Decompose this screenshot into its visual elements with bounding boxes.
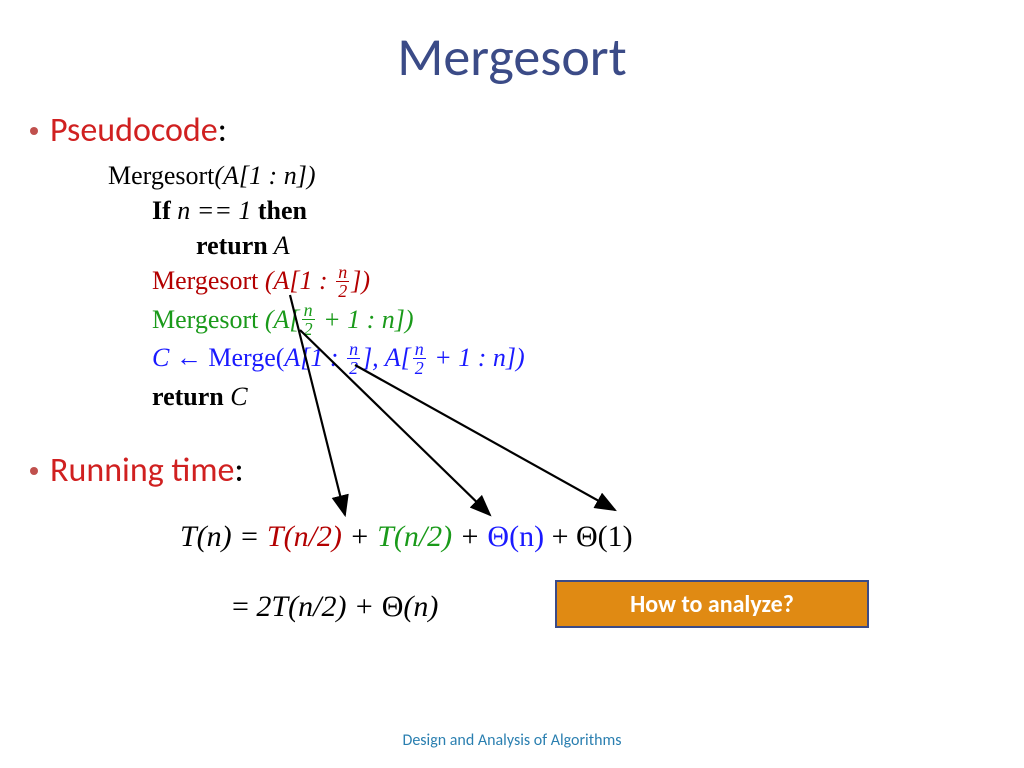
slide: Mergesort Pseudocode: Mergesort(A[1 : n]… [0, 0, 1024, 768]
recurrence-line-2: = 2T(n/2) + Θ(n) [232, 590, 438, 624]
pseudo-call-2: Mergesort (A[n2 + 1 : n]) [108, 302, 525, 341]
return-kw-1: return [196, 231, 268, 260]
pseudocode-block: Mergesort(A[1 : n]) If n == 1 then retur… [108, 158, 525, 414]
merge-arg1a: A[1 : [284, 343, 345, 372]
bullet-pseudocode-text: Pseudocode: [50, 110, 227, 151]
if-cond: n == 1 [171, 196, 258, 225]
bullet-running-time: Running time: [30, 450, 244, 491]
if-kw: If [152, 196, 171, 225]
pseudo-return-c: return C [108, 379, 525, 414]
theta-1: + Θ(1) [544, 520, 633, 553]
then-kw: then [258, 196, 307, 225]
return-a-val: A [268, 231, 290, 260]
merge-arg2b: + 1 : n]) [428, 343, 525, 372]
slide-title: Mergesort [0, 24, 1024, 90]
tn-term1: T(n/2) [267, 520, 342, 553]
plus-2: + [452, 520, 487, 553]
pseudo-call-1: Mergesort (A[1 : n2]) [108, 263, 525, 302]
call2-open: (A[ [265, 305, 300, 334]
frac-n2-2: n2 [302, 301, 315, 338]
pseudo-merge-line: C ← Merge(A[1 : n2], A[n2 + 1 : n]) [108, 340, 525, 379]
merge-fn: Merge( [208, 343, 284, 372]
slide-footer: Design and Analysis of Algorithms [0, 731, 1024, 750]
analyze-label: How to analyze? [630, 590, 794, 619]
merge-arg1b: ], A[ [362, 343, 411, 372]
frac-n2-1: n2 [336, 263, 349, 300]
call2-mid: + 1 : n]) [317, 305, 414, 334]
bullet-dot-icon [30, 127, 38, 135]
frac-n2-3: n2 [347, 340, 360, 377]
bullet-pseudocode: Pseudocode: [30, 110, 227, 151]
call1-open: (A[1 : [265, 266, 334, 295]
colon: : [218, 110, 227, 151]
pseudo-fn-name: Mergesort [108, 161, 214, 190]
pseudo-fn-args: (A[1 : n]) [214, 161, 315, 190]
merge-lhs: C ← [152, 343, 208, 372]
tn-term2: T(n/2) [377, 520, 452, 553]
frac-n2-4: n2 [413, 340, 426, 377]
plus-1: + [342, 520, 377, 553]
pseudo-if-line: If n == 1 then [108, 193, 525, 228]
call1-fn: Mergesort [152, 266, 265, 295]
pseudo-return-a: return A [108, 228, 525, 263]
return-c-val: C [224, 382, 248, 411]
bullet-dot-icon-2 [30, 467, 38, 475]
bullet-running-time-label: Running time [50, 450, 234, 491]
bullet-pseudocode-label: Pseudocode [50, 110, 218, 151]
recurrence-line-1: T(n) = T(n/2) + T(n/2) + Θ(n) + Θ(1) [180, 520, 633, 554]
analyze-callout: How to analyze? [555, 580, 869, 628]
colon-2: : [234, 450, 243, 491]
tn-lhs: T(n) = [180, 520, 267, 553]
call2-fn: Mergesort [152, 305, 265, 334]
call1-close: ]) [351, 266, 370, 295]
eq-sign: = [232, 590, 256, 623]
theta-n: Θ(n) [487, 520, 544, 553]
return-kw-2: return [152, 382, 224, 411]
bullet-running-time-text: Running time: [50, 450, 244, 491]
pseudo-header: Mergesort(A[1 : n]) [108, 158, 525, 193]
recurrence-simplified: 2T(n/2) + Θ(n) [256, 590, 438, 623]
